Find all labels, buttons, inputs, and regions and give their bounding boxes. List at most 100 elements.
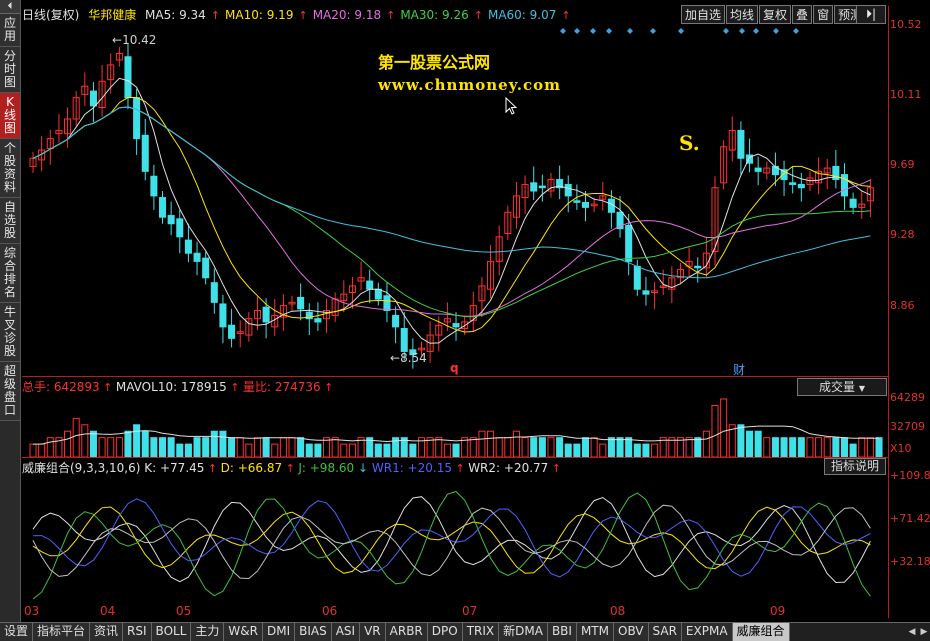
tab-prev-icon[interactable]: ◀ [906, 623, 918, 641]
event-diamond-icon[interactable] [773, 28, 779, 34]
candle [323, 299, 331, 333]
event-diamond-icon[interactable] [678, 28, 684, 34]
toolbar-button-0[interactable]: 加自选 [681, 5, 726, 24]
nav-item-3[interactable]: 个股资料 [0, 139, 20, 198]
indicator-title[interactable]: 威廉组合(9,3,3,10,6) [22, 461, 140, 475]
volume-bar [815, 437, 823, 457]
toolbar-button-4[interactable]: 窗 [813, 5, 834, 24]
nav-item-7[interactable]: 超级盘口 [0, 362, 20, 421]
window-toggle-button[interactable]: ⏵| [856, 5, 886, 24]
indicator-help-button[interactable]: 指标说明 [824, 458, 886, 475]
event-diamond-icon[interactable] [723, 28, 729, 34]
tab-16[interactable]: MTM [576, 623, 614, 641]
volume-bar [556, 437, 564, 457]
watermark-title: 第一股票公式网 [378, 53, 491, 72]
candle [504, 205, 512, 241]
tab-12[interactable]: DPO [427, 623, 463, 641]
event-diamond-icon[interactable] [753, 28, 759, 34]
candle [29, 151, 37, 173]
toolbar-button-1[interactable]: 均线 [726, 5, 759, 24]
candle [599, 181, 607, 211]
candle [676, 263, 684, 285]
tab-14[interactable]: 新DMA [499, 623, 548, 641]
ma-label-2: MA20: 9.18 [312, 8, 382, 22]
nav-item-1[interactable]: 分时图 [0, 47, 20, 93]
event-diamond-icon[interactable] [590, 28, 596, 34]
candle [228, 308, 236, 348]
volume-bar [314, 443, 322, 457]
tab-19[interactable]: EXPMA [681, 623, 733, 641]
williams-indicator-chart[interactable] [22, 476, 888, 604]
volume-bar [245, 443, 253, 457]
tab-9[interactable]: ASI [331, 623, 361, 641]
volume-bar [331, 437, 339, 457]
tab-8[interactable]: BIAS [295, 623, 332, 641]
tab-15[interactable]: BBI [547, 623, 577, 641]
tab-13[interactable]: TRIX [462, 623, 500, 641]
event-marker-q[interactable]: q [450, 361, 459, 375]
watermark-url: www.chnmoney.com [378, 76, 561, 94]
tab-20[interactable]: 威廉组合 [732, 623, 790, 641]
tab-4[interactable]: BOLL [151, 623, 192, 641]
volume-bar [64, 430, 72, 457]
event-diamond-icon[interactable] [739, 28, 745, 34]
tab-scroll-arrows[interactable]: ◀ ▶ [906, 623, 930, 641]
indicator-legend-bar: 威廉组合(9,3,3,10,6) K: +77.45 ↑ D: +66.87 ↑… [22, 461, 562, 475]
candle [236, 320, 244, 348]
price-tick: 10.11 [890, 88, 922, 101]
volume-bar [521, 437, 529, 457]
candle [858, 190, 866, 219]
event-diamond-icon[interactable] [560, 28, 566, 34]
toolbar-button-3[interactable]: 叠 [792, 5, 813, 24]
tab-3[interactable]: RSI [123, 623, 152, 641]
tab-1[interactable]: 指标平台 [33, 623, 91, 641]
volume-bar [642, 443, 650, 457]
event-diamond-icon[interactable] [627, 28, 633, 34]
tab-0[interactable]: 设置 [0, 623, 34, 641]
volume-bar [435, 437, 443, 457]
tab-18[interactable]: SAR [648, 623, 682, 641]
volume-indicator-select[interactable]: 成交量 ▼ [797, 378, 887, 396]
candle [176, 209, 184, 254]
event-diamond-icon[interactable] [793, 28, 799, 34]
tab-10[interactable]: VR [360, 623, 386, 641]
tab-17[interactable]: OBV [614, 623, 649, 641]
candle [98, 64, 106, 117]
price-legend-bar: 日线(复权) 华邦健康 MA5: 9.34 ↑ MA10: 9.19 ↑ MA20: 9… [22, 6, 677, 24]
volume-bar [504, 437, 512, 457]
volume-bar [107, 437, 115, 457]
tab-5[interactable]: 主力 [191, 623, 225, 641]
volume-chart[interactable] [22, 395, 888, 457]
ma30-line [32, 106, 871, 318]
chevron-down-icon: ▼ [858, 384, 865, 393]
event-diamond-icon[interactable] [606, 28, 612, 34]
indicator-j: J: +98.60 [298, 461, 355, 475]
volume-bar [720, 398, 728, 457]
event-diamond-icon[interactable] [650, 28, 656, 34]
up-arrow-icon: ↑ [210, 9, 221, 22]
volume-bar [737, 424, 745, 457]
time-tick: 05 [176, 604, 192, 618]
period-label[interactable]: 日线(复权) [22, 8, 79, 22]
tab-6[interactable]: W&R [224, 623, 263, 641]
tab-2[interactable]: 资讯 [90, 623, 124, 641]
event-diamond-icon[interactable] [574, 28, 580, 34]
tab-7[interactable]: DMI [262, 623, 296, 641]
volume-bar [340, 443, 348, 457]
volume-bar [823, 437, 831, 457]
nav-collapse-icon[interactable]: ⏴ [0, 0, 20, 14]
candle [219, 294, 227, 344]
tab-next-icon[interactable]: ▶ [918, 623, 930, 641]
candle [202, 251, 210, 285]
nav-item-6[interactable]: 牛叉诊股 [0, 303, 20, 362]
nav-item-0[interactable]: 应用 [0, 14, 20, 47]
volume-bar [651, 443, 659, 457]
volume-tick: X10 [890, 442, 912, 455]
volume-bar [184, 443, 192, 457]
nav-item-5[interactable]: 综合排名 [0, 244, 20, 303]
nav-item-4[interactable]: 自选股 [0, 198, 20, 244]
nav-item-2[interactable]: K线图 [0, 93, 20, 139]
toolbar-button-2[interactable]: 复权 [759, 5, 792, 24]
tab-11[interactable]: ARBR [385, 623, 428, 641]
volume-bar [89, 430, 97, 457]
